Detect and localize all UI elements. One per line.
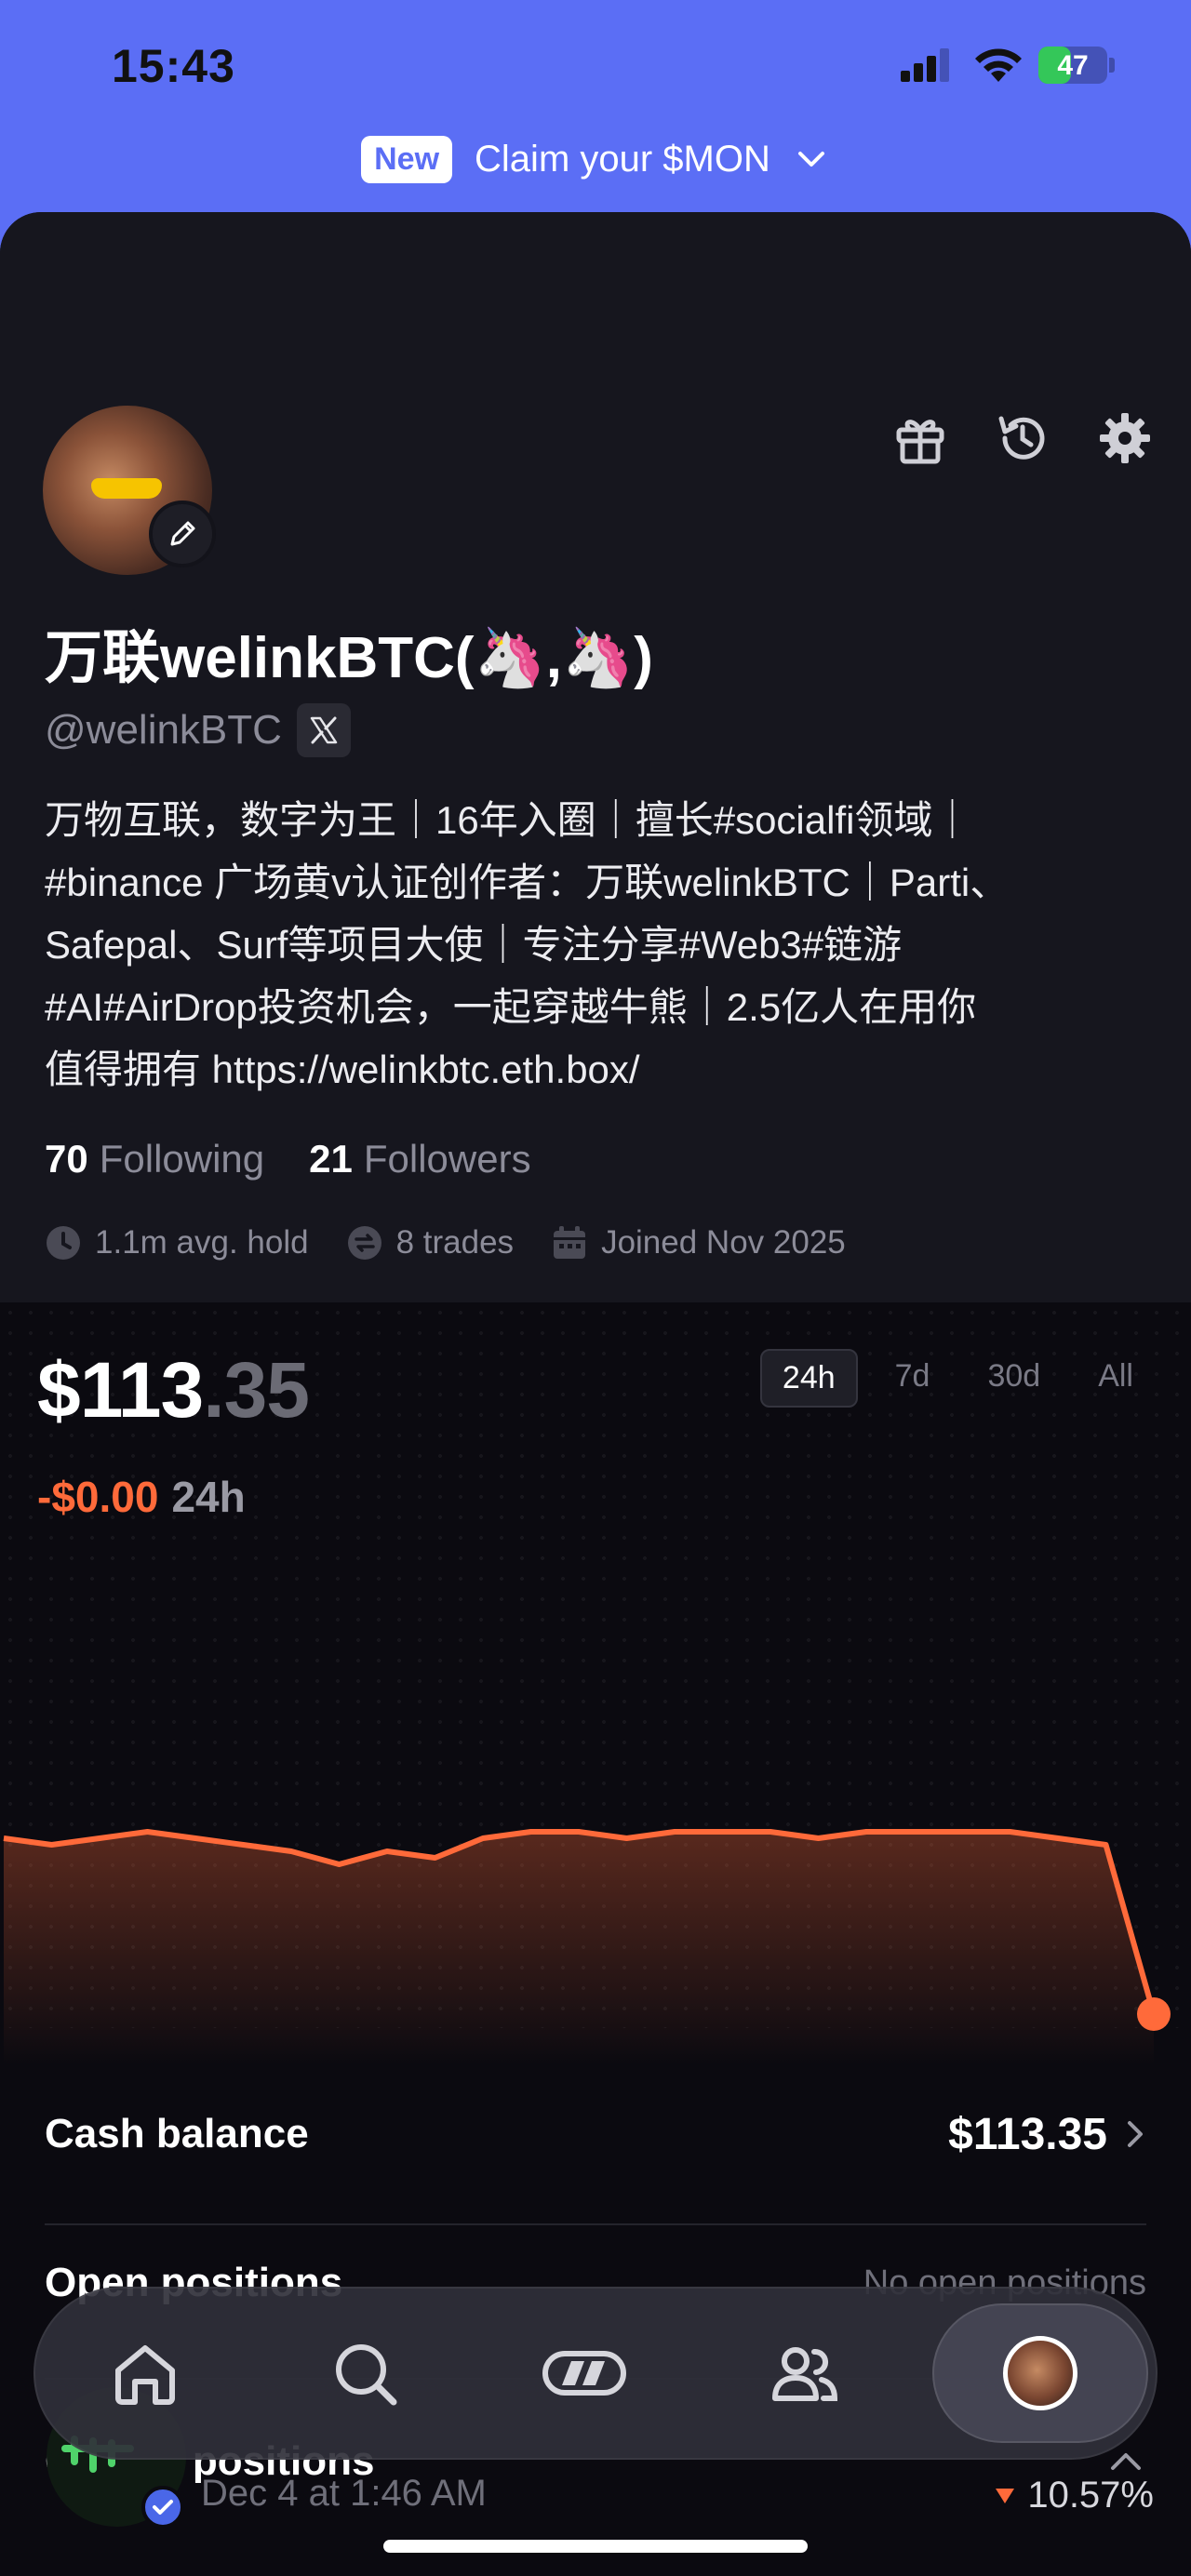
closed-position-change: 10.57% (996, 2475, 1154, 2516)
followers-link[interactable]: 21 Followers (309, 1137, 530, 1181)
home-indicator (383, 2540, 808, 2553)
bio-line: #AI#AirDrop投资机会，一起穿越牛熊｜2.5亿人在用你 (45, 985, 977, 1029)
nav-profile[interactable] (932, 2303, 1148, 2443)
balance-dollars: $113 (37, 1346, 204, 1434)
divider (45, 2223, 1146, 2225)
range-all[interactable]: All (1077, 1349, 1154, 1408)
bottom-nav (33, 2287, 1158, 2460)
cash-balance-value: $113.35 (948, 2109, 1107, 2159)
profile-meta: 1.1m avg. hold 8 trades Joined Nov 2025 (45, 1224, 846, 1261)
nav-social[interactable] (694, 2287, 914, 2460)
profile-card: 万联welinkBTC(🦄,🦄) @welinkBTC 万物互联，数字为王｜16… (0, 212, 1191, 2576)
claim-banner[interactable]: New Claim your $MON (0, 128, 1191, 190)
portfolio-balance: $113.35 (37, 1345, 310, 1435)
down-arrow-icon (996, 2488, 1015, 2503)
wifi-icon (975, 48, 1022, 82)
battery-tip (1109, 58, 1115, 73)
trades-text: 8 trades (395, 1224, 515, 1261)
joined: Joined Nov 2025 (551, 1224, 846, 1261)
nav-home[interactable] (35, 2287, 255, 2460)
nav-search[interactable] (255, 2287, 475, 2460)
calendar-icon (554, 1226, 586, 1259)
x-icon[interactable] (296, 703, 351, 757)
chart-area (4, 1832, 1154, 2065)
cellular-signal-icon (901, 48, 953, 82)
people-icon (772, 2347, 838, 2401)
followers-label: Followers (363, 1137, 531, 1181)
profile-actions (891, 409, 1154, 467)
battery-level: 47 (1057, 50, 1089, 81)
balance-cents: .35 (203, 1346, 310, 1434)
avatar-glasses (91, 478, 162, 499)
bio-line-with-link[interactable]: 值得拥有 https://welinkbtc.eth.box/ (45, 1038, 1161, 1101)
range-selector: 24h 7d 30d All (759, 1349, 1154, 1408)
cash-balance-label: Cash balance (45, 2111, 309, 2156)
swap-icon (347, 1226, 381, 1260)
following-label: Following (99, 1137, 265, 1181)
chevron-down-icon[interactable] (793, 140, 830, 178)
portfolio-chart[interactable] (0, 1768, 1191, 2065)
verified-badge-icon (141, 2486, 184, 2529)
edit-avatar-button[interactable] (149, 501, 216, 567)
follow-stats: 70 Following 21 Followers (45, 1137, 531, 1181)
cash-balance-value-group: $113.35 (948, 2109, 1146, 2160)
display-name: 万联welinkBTC(🦄,🦄) (45, 626, 653, 690)
handle: @welinkBTC (45, 707, 282, 753)
avg-hold: 1.1m avg. hold (45, 1224, 309, 1261)
new-badge: New (361, 135, 453, 183)
following-link[interactable]: 70 Following (45, 1137, 264, 1181)
bio-line: Safepal、Surf等项目大使｜专注分享#Web3#链游 (45, 923, 903, 967)
trade-icon (542, 2351, 626, 2396)
portfolio-change: -$0.00 24h (37, 1472, 246, 1522)
claim-text: Claim your $MON (475, 138, 770, 180)
nav-trade[interactable] (475, 2287, 694, 2460)
gift-icon[interactable] (891, 409, 949, 467)
range-30d[interactable]: 30d (967, 1349, 1061, 1408)
chart-current-point (1137, 1997, 1171, 2031)
bio: 万物互联，数字为王｜16年入圈｜擅长#socialfi领域｜ #binance … (45, 789, 1161, 1101)
status-time: 15:43 (112, 40, 235, 92)
cash-balance-row[interactable]: Cash balance $113.35 (45, 2097, 1146, 2171)
change-amount: -$0.00 (37, 1473, 159, 1521)
chevron-right-icon (1128, 2121, 1143, 2147)
history-icon[interactable] (994, 409, 1051, 467)
closed-position-date: Dec 4 at 1:46 AM (201, 2473, 487, 2514)
followers-count: 21 (309, 1137, 353, 1181)
joined-text: Joined Nov 2025 (601, 1224, 846, 1261)
clock-icon (47, 1226, 80, 1260)
home-icon (115, 2345, 175, 2405)
profile-avatar (1003, 2336, 1077, 2410)
gear-icon[interactable] (1096, 409, 1154, 467)
pencil-icon (170, 521, 195, 546)
range-24h[interactable]: 24h (759, 1349, 858, 1408)
closed-position-pct: 10.57% (1027, 2475, 1154, 2516)
battery-icon: 47 (1038, 47, 1107, 84)
bio-line: #binance 广场黄v认证创作者：万联welinkBTC｜Parti、 (45, 861, 1010, 904)
handle-row: @welinkBTC (45, 703, 351, 757)
avg-hold-text: 1.1m avg. hold (95, 1224, 309, 1261)
search-icon (336, 2344, 397, 2406)
range-7d[interactable]: 7d (875, 1349, 951, 1408)
trades: 8 trades (346, 1224, 514, 1261)
change-period: 24h (171, 1473, 246, 1521)
bio-line: 万物互联，数字为王｜16年入圈｜擅长#socialfi领域｜ (45, 798, 972, 842)
status-bar: 15:43 47 (0, 0, 1191, 130)
following-count: 70 (45, 1137, 88, 1181)
